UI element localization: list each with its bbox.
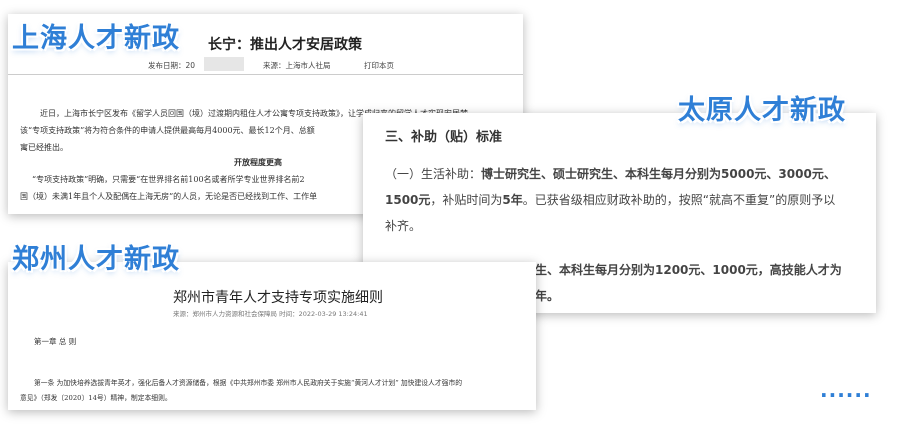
- shanghai-source: 来源：上海市人社局: [263, 61, 331, 70]
- taiyuan-amount-1500: 1500元: [385, 193, 431, 207]
- taiyuan-subsidy-amounts: 博士研究生、硕士研究生、本科生每月分别为5000元、3000元、: [481, 167, 836, 181]
- taiyuan-line-1: （一）生活补助：博士研究生、硕士研究生、本科生每月分别为5000元、3000元、: [385, 165, 836, 182]
- shanghai-article-title: 长宁：推出人才安居政策: [208, 37, 362, 53]
- zhengzhou-article-line: 意见》（郑发〔2020〕14号）精神，制定本细则。: [20, 394, 172, 402]
- shanghai-paragraph-line: 国（境）未满1年且个人及配偶在上海无房”的人员，无论是否已经找到工作、工作单: [20, 192, 318, 201]
- taiyuan-text: 。已获省级相应财政补助的，按照“就高不重复”的原则予以: [522, 193, 836, 207]
- taiyuan-text: ，补贴时间为: [430, 193, 503, 207]
- shanghai-subheading: 开放程度更高: [234, 157, 282, 167]
- zhengzhou-article-title: 郑州市青年人才支持专项实施细则: [173, 290, 383, 306]
- taiyuan-subsidy-label: （一）生活补助：: [385, 167, 482, 181]
- taiyuan-section-heading: 三、补助（贴）标准: [385, 130, 503, 145]
- zhengzhou-chapter: 第一章 总 则: [34, 337, 77, 346]
- taiyuan-line-5: 年。: [535, 289, 560, 303]
- redacted-date-block: [204, 57, 244, 71]
- shanghai-publish-date: 发布日期：20: [148, 61, 196, 70]
- zhengzhou-tag: 郑州人才新政: [12, 244, 180, 275]
- taiyuan-duration: 5年: [502, 193, 523, 207]
- header-divider: [8, 74, 523, 75]
- taiyuan-tag: 太原人才新政: [678, 95, 846, 126]
- taiyuan-line-4: 生、本科生每月分别为1200元、1000元，高技能人才为: [535, 263, 842, 277]
- shanghai-paragraph-line: 寓已经推出。: [20, 143, 68, 152]
- shanghai-paragraph-line: “专项支持政策”明确，只需要“在世界排名前100名或者所学专业世界排名前2: [32, 175, 305, 184]
- more-ellipsis: ......: [820, 378, 872, 402]
- shanghai-tag: 上海人才新政: [12, 23, 180, 54]
- zhengzhou-article-line: 第一条 为加快培养选拔青年英才，强化后备人才资源储备，根据《中共郑州市委 郑州市…: [34, 379, 463, 387]
- print-link[interactable]: 打印本页: [364, 60, 394, 71]
- shanghai-paragraph-line: 该“专项支持政策”将为符合条件的申请人提供最高每月4000元、最长12个月、总额: [20, 126, 315, 135]
- zhengzhou-source-time: 来源：郑州市人力资源和社会保障局 时间：2022-03-29 13:24:41: [173, 310, 368, 318]
- zhengzhou-policy-card: 郑州市青年人才支持专项实施细则 来源：郑州市人力资源和社会保障局 时间：2022…: [8, 262, 536, 410]
- taiyuan-line-2: 1500元，补贴时间为5年。已获省级相应财政补助的，按照“就高不重复”的原则予以: [385, 191, 835, 208]
- taiyuan-line-3: 补齐。: [385, 219, 422, 233]
